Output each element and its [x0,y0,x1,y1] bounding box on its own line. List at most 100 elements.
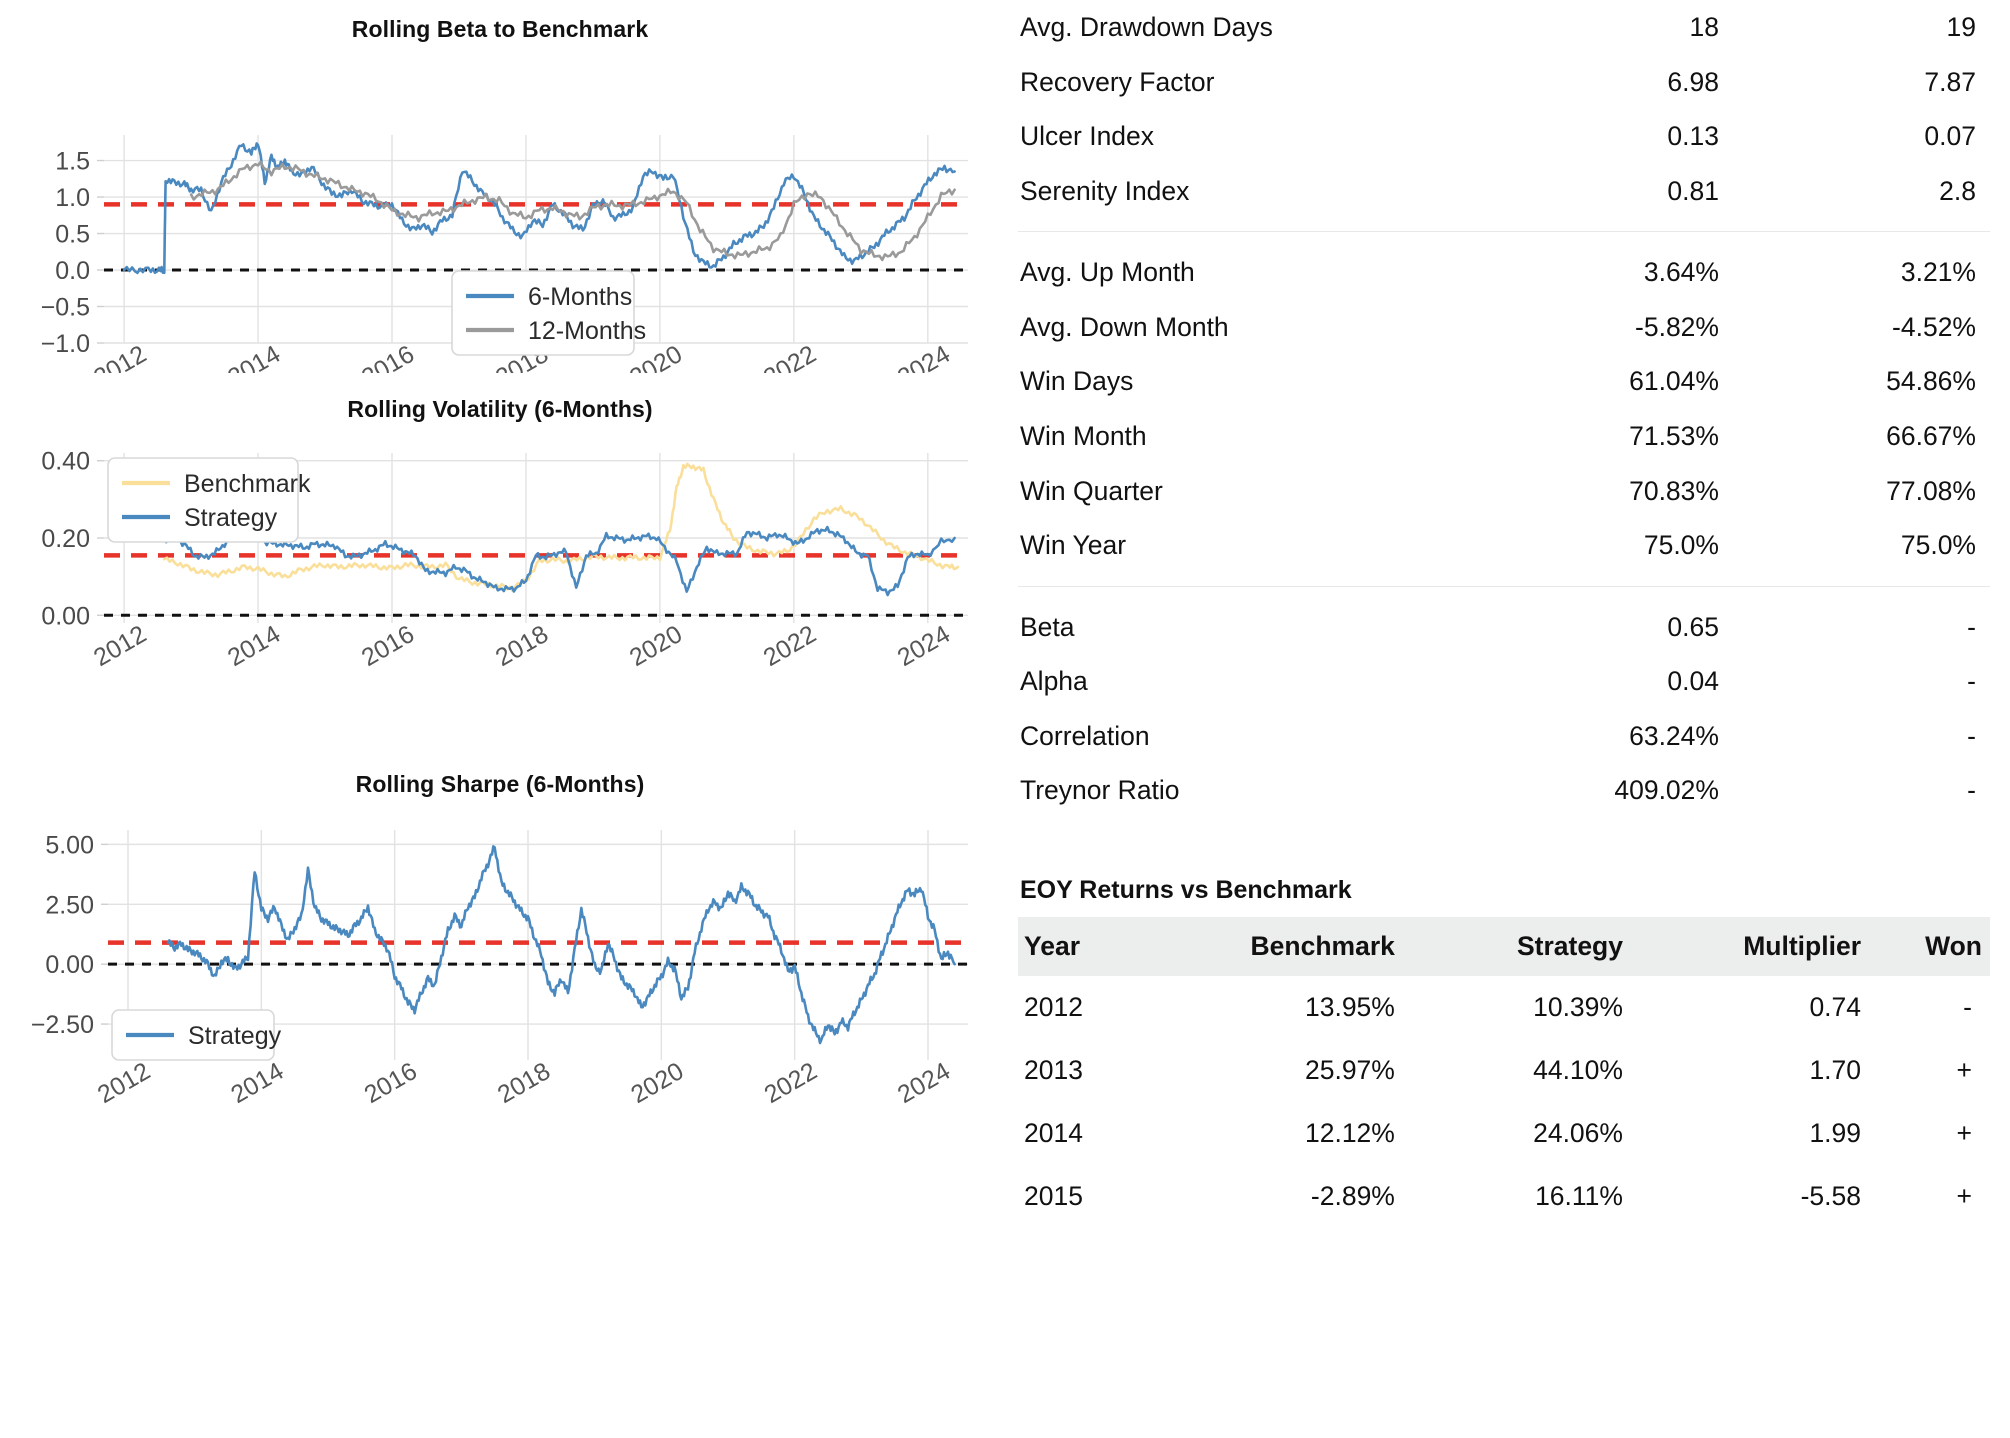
metrics-row: Win Quarter 70.83% 77.08% [1018,464,1990,519]
x-axis-tick-label: 2024 [893,620,955,672]
eoy-cell-year: 2014 [1024,1117,1083,1148]
x-axis-tick-label: 2016 [357,620,419,672]
metrics-row: Beta 0.65 - [1018,600,1990,655]
metrics-group-separator [1018,573,1990,600]
eoy-cell-strategy: 16.11% [1535,1180,1623,1211]
metrics-row: Correlation 63.24% - [1018,709,1990,764]
legend-label: Strategy [188,1022,282,1050]
y-axis-tick-label: −2.50 [31,1011,94,1039]
metric-label: Serenity Index [1020,175,1190,206]
plot-area-rolling-volatility: 0.40 0.20 0.00 2012 2014 2016 2018 2020 2022 2024… [0,423,1000,751]
eoy-cell-strategy: 44.10% [1533,1054,1623,1085]
chart-title-rolling-volatility: Rolling Volatility (6-Months) [347,396,653,422]
metric-strategy-value: 71.53% [1629,420,1719,451]
eoy-col-won: Won [1861,916,1990,976]
eoy-returns-table: Year Benchmark Strategy Multiplier Won 2… [1018,916,1990,1228]
eoy-cell-benchmark: -2.89% [1310,1180,1395,1211]
y-axis-tick-label: 1.5 [55,148,90,176]
eoy-cell-won: + [1956,1180,1972,1211]
metric-label: Win Month [1020,420,1147,451]
y-axis-tick-label: 0.00 [41,602,90,630]
eoy-cell-won: + [1956,1054,1972,1085]
metrics-row: Serenity Index 0.81 2.8 [1018,164,1990,219]
metric-benchmark-value: - [1967,666,1976,697]
metric-label: Avg. Drawdown Days [1020,12,1273,42]
metrics-row: Win Month 71.53% 66.67% [1018,409,1990,464]
x-axis-tick-label: 2024 [893,340,955,373]
metrics-row: Treynor Ratio 409.02% - [1018,763,1990,818]
metric-benchmark-value: - [1967,611,1976,642]
metric-label: Avg. Up Month [1020,257,1195,288]
x-axis-tick-label: 2020 [626,1057,688,1109]
metric-strategy-value: 409.02% [1614,775,1719,806]
metric-label: Win Days [1020,366,1134,397]
metrics-group-separator [1018,218,1990,245]
table-row: 2014 12.12% 24.06% 1.99 + [1018,1102,1990,1165]
legend-label: Benchmark [184,470,311,498]
x-axis-tick-label: 2018 [493,1057,555,1109]
table-row: 2012 13.95% 10.39% 0.74 - [1018,976,1990,1039]
series-line-12-months [189,160,956,262]
metrics-row: Win Year 75.0% 75.0% [1018,518,1990,573]
metric-benchmark-value: 0.07 [1924,121,1976,152]
metric-label: Win Year [1020,530,1127,561]
eoy-cell-won: + [1956,1117,1972,1148]
metric-strategy-value: 3.64% [1643,257,1719,288]
metric-strategy-value: 75.0% [1643,530,1719,561]
legend-label: 12-Months [528,317,646,345]
x-axis-tick-label: 2016 [357,340,419,373]
metric-label: Recovery Factor [1020,66,1215,97]
table-row: 2015 -2.89% 16.11% -5.58 + [1018,1165,1990,1228]
plot-area-rolling-beta: 1.5 1.0 0.5 0.0 −0.5 −1.0 2012 2014 2016 2018 2020… [0,43,1000,373]
metric-strategy-value: 0.81 [1667,175,1719,206]
metric-strategy-value: 61.04% [1629,366,1719,397]
metrics-row: Avg. Up Month 3.64% 3.21% [1018,245,1990,300]
metric-label: Alpha [1020,666,1088,697]
eoy-col-benchmark: Benchmark [1127,916,1395,976]
x-axis-tick-label: 2022 [759,340,821,373]
y-axis-tick-label: 1.0 [55,184,90,212]
y-axis-tick-label: 5.00 [45,831,94,859]
eoy-cell-year: 2015 [1024,1180,1083,1211]
x-axis-tick-label: 2012 [93,1057,155,1109]
metrics-row: Alpha 0.04 - [1018,654,1990,709]
metric-benchmark-value: - [1967,720,1976,751]
metric-benchmark-value: 3.21% [1900,257,1976,288]
metrics-row: Avg. Down Month -5.82% -4.52% [1018,300,1990,355]
metrics-table: Avg. Drawdown Days 18 19 Recovery Factor 6.9… [1018,0,1990,818]
metrics-row: Recovery Factor 6.98 7.87 [1018,55,1990,110]
rolling-beta-svg: 1.51.00.50.0−0.5−1.0 2012 2014 2016 2018 2020… [41,135,968,373]
eoy-cell-benchmark: 12.12% [1304,1117,1395,1148]
eoy-col-strategy: Strategy [1394,916,1623,976]
metric-benchmark-value: -4.52% [1892,311,1976,342]
x-axis-tick-label: 2014 [226,1057,288,1109]
eoy-header-row: Year Benchmark Strategy Multiplier Won [1018,916,1990,976]
eoy-col-multiplier: Multiplier [1622,916,1862,976]
x-axis-tick-label: 2020 [625,620,687,672]
rolling-volatility-svg: 0.40 0.20 0.002012 2014 2016 2018 2020 2022 2024… [41,448,968,672]
divider [1018,585,1990,587]
eoy-cell-year: 2013 [1024,1054,1083,1085]
eoy-col-year: Year [1018,916,1128,976]
metric-strategy-value: 0.65 [1667,611,1719,642]
table-row: 2013 25.97% 44.10% 1.70 + [1018,1039,1990,1102]
metric-benchmark-value: - [1967,775,1976,806]
y-axis-tick-label: 0.5 [55,221,90,249]
x-axis-tick-label: 2022 [760,1057,822,1109]
metric-benchmark-value: 54.86% [1886,366,1976,397]
metric-strategy-value: 63.24% [1629,720,1719,751]
chart-rolling-beta: Rolling Beta to Benchmark 1.5 1.0 0.5 0.0 −0… [0,0,1000,378]
eoy-cell-benchmark: 25.97% [1304,1054,1395,1085]
y-axis-tick-label: −1.0 [41,330,90,358]
charts-column: Rolling Beta to Benchmark 1.5 1.0 0.5 0.0 −0… [0,0,1000,1438]
eoy-cell-year: 2012 [1024,991,1083,1022]
eoy-returns-title: EOY Returns vs Benchmark [1020,875,1352,904]
metric-label: Correlation [1020,720,1150,751]
chart-rolling-sharpe: Rolling Sharpe (6-Months) 5.00 2.50 0.00 −2… [0,753,1000,1133]
metric-benchmark-value: 7.87 [1924,66,1976,97]
stats-column: Avg. Drawdown Days 18 19 Recovery Factor 6.9… [1000,0,2010,1438]
series-line-strategy [166,845,956,1045]
chart-title-rolling-beta: Rolling Beta to Benchmark [351,16,649,42]
legend-label: 6-Months [528,283,632,311]
eoy-cell-strategy: 24.06% [1533,1117,1623,1148]
